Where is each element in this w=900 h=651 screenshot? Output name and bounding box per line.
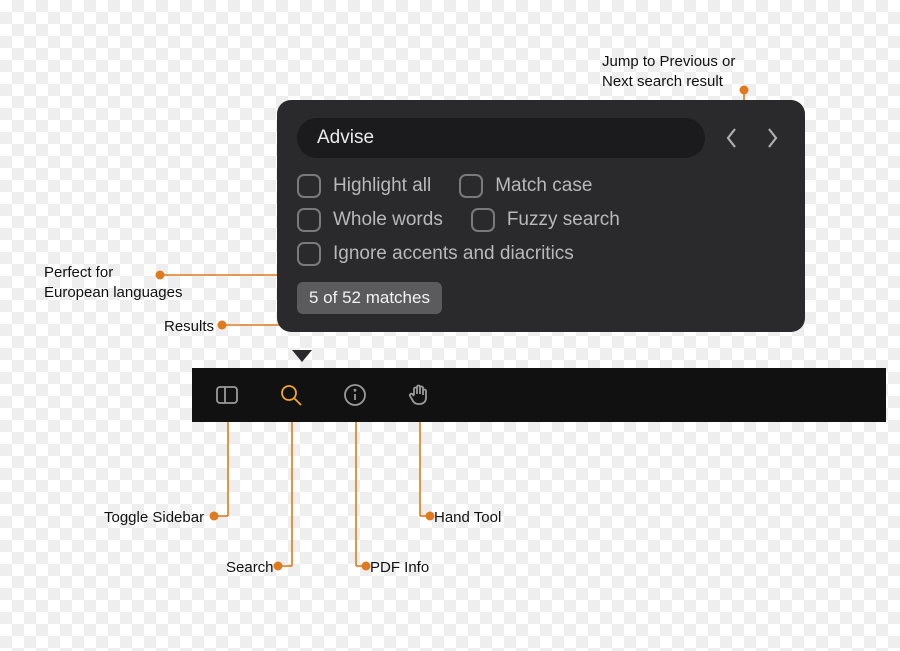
toggle-sidebar-button[interactable] — [210, 378, 244, 412]
annotation-dot — [156, 271, 165, 280]
option-label: Highlight all — [333, 175, 431, 197]
annotation-dot — [740, 86, 749, 95]
annotation-dot — [426, 512, 435, 521]
option-label: Fuzzy search — [507, 209, 620, 231]
checkbox-icon — [297, 242, 321, 266]
annotation-pdf-info: PDF Info — [370, 558, 429, 578]
search-button[interactable] — [274, 378, 308, 412]
hand-icon — [406, 382, 432, 408]
checkbox-icon — [471, 208, 495, 232]
annotation-search: Search — [226, 558, 274, 578]
option-label: Whole words — [333, 209, 443, 231]
annotation-dot — [362, 562, 371, 571]
annotation-results: Results — [164, 317, 214, 337]
next-result-button[interactable] — [759, 125, 785, 151]
chevron-left-icon — [725, 127, 739, 149]
annotation-dot — [210, 512, 219, 521]
sidebar-icon — [214, 382, 240, 408]
annotation-dot — [218, 321, 227, 330]
search-icon — [278, 382, 304, 408]
annotation-dot — [274, 562, 283, 571]
info-icon — [342, 382, 368, 408]
checkbox-icon — [297, 174, 321, 198]
option-highlight-all[interactable]: Highlight all — [297, 174, 431, 198]
checkbox-icon — [297, 208, 321, 232]
option-match-case[interactable]: Match case — [459, 174, 592, 198]
search-popover: Highlight all Match case Whole words Fuz… — [277, 100, 805, 332]
search-result-count: 5 of 52 matches — [297, 282, 442, 314]
checkbox-icon — [459, 174, 483, 198]
annotation-jump-prev-next: Jump to Previous or Next search result — [602, 52, 735, 93]
prev-result-button[interactable] — [719, 125, 745, 151]
pdf-toolbar — [192, 368, 886, 422]
option-whole-words[interactable]: Whole words — [297, 208, 443, 232]
annotation-hand-tool: Hand Tool — [434, 508, 501, 528]
annotation-toggle-sidebar: Toggle Sidebar — [104, 508, 204, 528]
option-label: Match case — [495, 175, 592, 197]
option-label: Ignore accents and diacritics — [333, 243, 574, 265]
annotation-accents: Perfect for European languages — [44, 263, 182, 304]
pdf-info-button[interactable] — [338, 378, 372, 412]
search-input[interactable] — [297, 118, 705, 158]
popover-tail — [292, 350, 312, 362]
option-ignore-accents[interactable]: Ignore accents and diacritics — [297, 242, 574, 266]
option-fuzzy-search[interactable]: Fuzzy search — [471, 208, 620, 232]
chevron-right-icon — [765, 127, 779, 149]
hand-tool-button[interactable] — [402, 378, 436, 412]
